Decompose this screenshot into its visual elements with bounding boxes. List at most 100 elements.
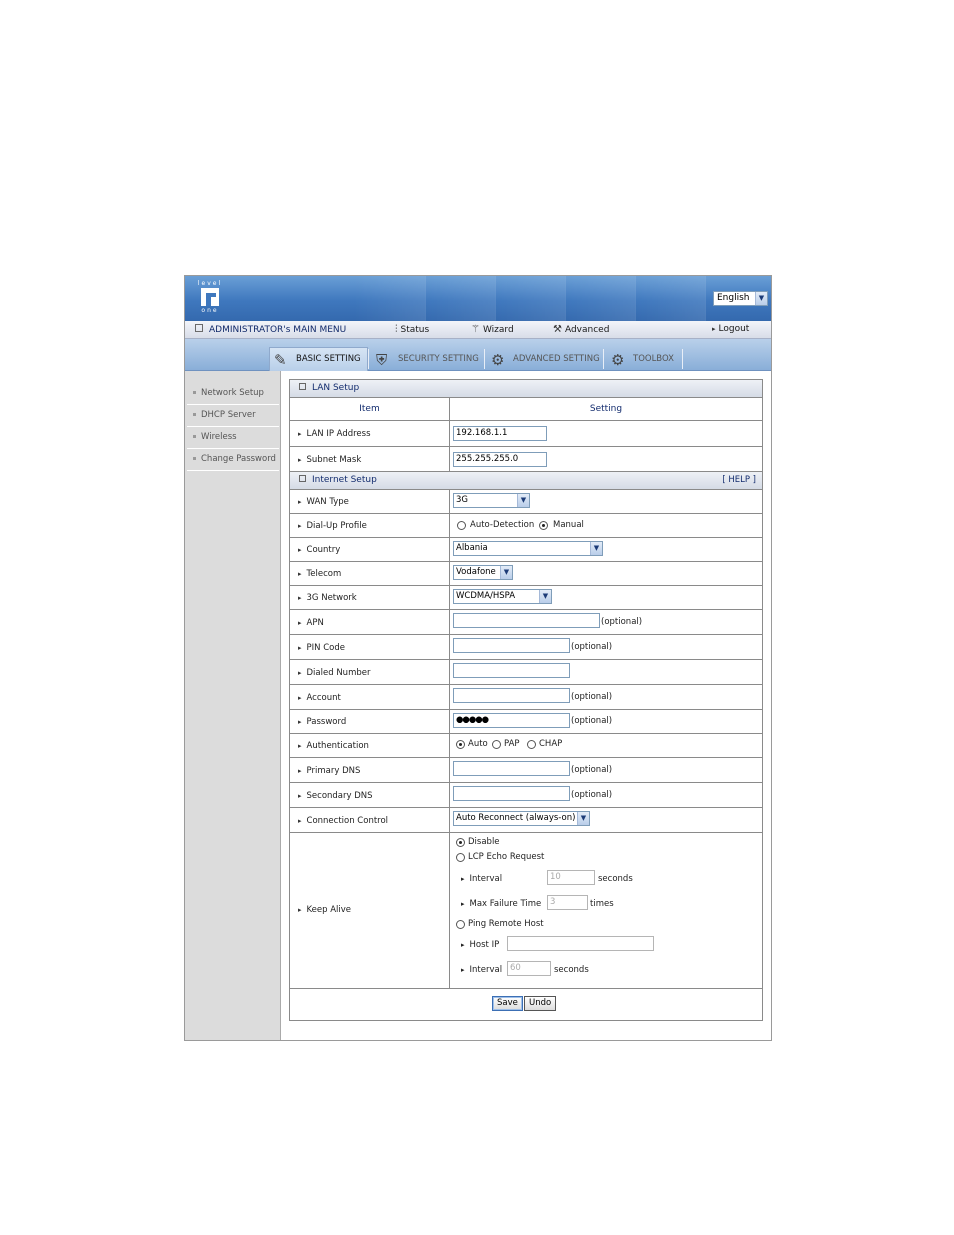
security-icon: ⛨ (376, 351, 388, 369)
auth-chap-radio[interactable] (527, 740, 536, 749)
keep-alive-label: Keep Alive (298, 905, 352, 915)
main-menu-bar: ADMINISTRATOR's MAIN MENU ⫶ Status ⚚ Wizar… (185, 321, 771, 339)
main-menu-title: ADMINISTRATOR's MAIN MENU (195, 324, 346, 336)
advanced-setting-icon: ⚙ (491, 351, 505, 369)
bullet-icon (193, 412, 196, 416)
menu-logout[interactable]: ▸ Logout (712, 324, 749, 335)
logo-mark (201, 288, 219, 306)
keep-alive-row: Keep Alive Disable LCP Echo Request Inte… (290, 833, 762, 989)
optional-note: (optional) (571, 692, 613, 702)
chevron-down-icon: ▼ (500, 566, 512, 579)
column-setting: Setting (589, 404, 623, 414)
save-button[interactable]: Save (492, 996, 523, 1011)
language-select[interactable]: English ▼ (713, 291, 768, 306)
router-admin-window: level one English ▼ ADMINISTRATOR's MAIN… (184, 275, 772, 1041)
dialup-manual-radio[interactable] (539, 521, 548, 530)
ka-interval-input[interactable]: 10 (547, 870, 595, 885)
lan-ip-row: LAN IP Address 192.168.1.1 (290, 421, 762, 447)
country-select[interactable]: Albania ▼ (453, 541, 603, 556)
ka-lcp-radio[interactable] (456, 853, 465, 862)
status-icon: ⫶ (395, 324, 398, 335)
ka-hostip-input[interactable] (507, 936, 654, 951)
menu-advanced[interactable]: ⚒ Advanced (553, 324, 609, 336)
account-label: Account (298, 693, 341, 703)
optional-note: (optional) (571, 790, 613, 800)
optional-note: (optional) (601, 617, 643, 627)
lan-setup-header: LAN Setup (290, 380, 762, 398)
help-link[interactable]: [ HELP ] (722, 472, 756, 489)
authentication-label: Authentication (298, 741, 369, 751)
chevron-down-icon: ▼ (755, 292, 767, 305)
banner-decoration (425, 276, 496, 321)
connection-control-select[interactable]: Auto Reconnect (always-on) ▼ (453, 811, 590, 826)
optional-note: (optional) (571, 642, 613, 652)
dialup-profile-row: Dial-Up Profile Auto-Detection Manual (290, 514, 762, 538)
account-row: Account (optional) (290, 685, 762, 710)
3g-network-select[interactable]: WCDMA/HSPA ▼ (453, 589, 552, 604)
auth-pap-radio[interactable] (492, 740, 501, 749)
tab-divider (603, 349, 604, 369)
subnet-mask-row: Subnet Mask 255.255.255.0 (290, 447, 762, 472)
ka-ping-interval-input[interactable]: 60 (507, 961, 551, 976)
primary-dns-input[interactable] (453, 761, 570, 776)
password-label: Password (298, 717, 347, 727)
banner-decoration (565, 276, 636, 321)
sidebar: Network Setup DHCP Server Wireless Chang… (185, 371, 281, 1040)
sidebar-item-network-setup[interactable]: Network Setup (187, 383, 279, 405)
wizard-icon: ⚚ (471, 324, 480, 335)
dialup-manual-label: Manual (553, 520, 584, 530)
ka-maxfail-input[interactable]: 3 (547, 895, 588, 910)
tab-toolbox[interactable]: ⚙ TOOLBOX (607, 348, 674, 371)
primary-dns-row: Primary DNS (optional) (290, 758, 762, 783)
logo-text-bottom: one (201, 307, 219, 314)
lan-ip-input[interactable]: 192.168.1.1 (453, 426, 547, 441)
tab-bar: ✎ BASIC SETTING ⛨ SECURITY SETTING ⚙ ADVANC… (185, 339, 771, 371)
auth-auto-radio[interactable] (456, 740, 465, 749)
wan-type-select[interactable]: 3G ▼ (453, 493, 530, 508)
dialed-number-input[interactable] (453, 663, 570, 678)
secondary-dns-input[interactable] (453, 786, 570, 801)
tab-basic-setting[interactable]: ✎ BASIC SETTING (269, 347, 368, 371)
ka-maxfail-label: Max Failure Time (461, 899, 542, 909)
password-input[interactable]: ●●●●● (453, 713, 570, 728)
optional-note: (optional) (571, 716, 613, 726)
connection-control-label: Connection Control (298, 816, 389, 826)
header-banner: level one English ▼ (185, 276, 771, 321)
wan-type-label: WAN Type (298, 497, 349, 507)
sidebar-item-dhcp-server[interactable]: DHCP Server (187, 405, 279, 427)
sidebar-item-wireless[interactable]: Wireless (187, 427, 279, 449)
authentication-row: Authentication Auto PAP CHAP (290, 734, 762, 758)
dialed-number-row: Dialed Number (290, 660, 762, 685)
apn-label: APN (298, 618, 324, 628)
ka-ping-interval-label: Interval (461, 965, 503, 975)
pin-code-input[interactable] (453, 638, 570, 653)
menu-status[interactable]: ⫶ Status (395, 324, 429, 336)
dialup-profile-label: Dial-Up Profile (298, 521, 367, 531)
language-value: English (717, 293, 750, 303)
account-input[interactable] (453, 688, 570, 703)
connection-control-row: Connection Control Auto Reconnect (alway… (290, 808, 762, 833)
banner-decoration (495, 276, 566, 321)
tab-divider (682, 349, 683, 369)
tab-divider (368, 349, 369, 369)
country-row: Country Albania▼ (290, 538, 762, 562)
bullet-icon (193, 390, 196, 394)
apn-row: APN (optional) (290, 610, 762, 635)
logo-text-top: level (197, 280, 223, 287)
ka-ping-radio[interactable] (456, 920, 465, 929)
dialup-auto-radio[interactable] (457, 521, 466, 530)
apn-input[interactable] (453, 613, 600, 628)
square-icon (299, 475, 306, 482)
banner-decoration (635, 276, 706, 321)
tab-advanced-setting[interactable]: ⚙ ADVANCED SETTING (487, 348, 600, 371)
dialed-number-label: Dialed Number (298, 668, 371, 678)
menu-wizard[interactable]: ⚚ Wizard (471, 324, 514, 336)
tab-security-setting[interactable]: ⛨ SECURITY SETTING (372, 348, 479, 371)
sidebar-item-change-password[interactable]: Change Password (187, 449, 279, 471)
subnet-mask-input[interactable]: 255.255.255.0 (453, 452, 547, 467)
undo-button[interactable]: Undo (524, 996, 557, 1011)
bullet-icon (193, 456, 196, 460)
ka-disable-radio[interactable] (456, 838, 465, 847)
ka-lcp-label: LCP Echo Request (468, 852, 545, 862)
telecom-select[interactable]: Vodafone ▼ (453, 565, 513, 580)
